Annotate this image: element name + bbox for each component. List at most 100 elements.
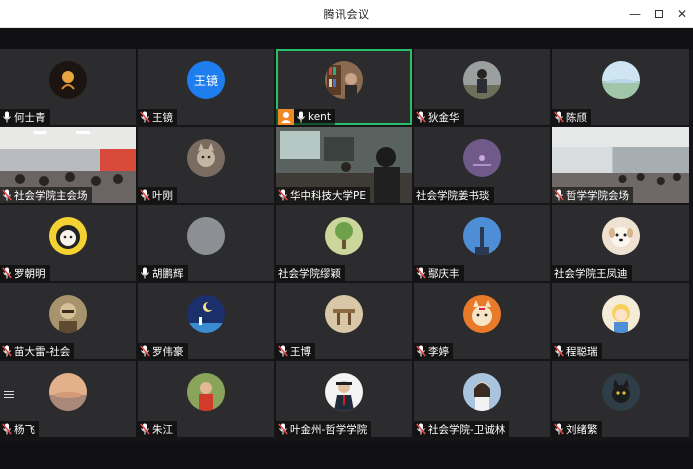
name-tag: 罗朝明 — [0, 265, 50, 281]
microphone-muted-icon — [554, 345, 564, 357]
name-tag: 陈颀 — [552, 109, 591, 125]
participant-name: 哲学学院会场 — [566, 189, 629, 202]
participant-name: 鄢庆丰 — [428, 267, 460, 280]
participant-tile[interactable]: 何士青 — [0, 49, 136, 125]
name-tag: 社会学院主会场 — [0, 187, 92, 203]
participant-tile[interactable]: 鄢庆丰 — [414, 205, 550, 281]
name-tag: 华中科技大学PE — [276, 187, 370, 203]
name-tag: 何士青 — [0, 109, 50, 125]
participant-tile[interactable]: 叶金州-哲学学院 — [276, 361, 412, 437]
name-tag: 王博 — [276, 343, 315, 359]
participant-tile[interactable]: 社会学院王凤迪 — [552, 205, 689, 281]
participant-tile[interactable]: kent — [276, 49, 412, 125]
name-tag: 社会学院姜书琰 — [414, 187, 494, 203]
name-tag: kent — [276, 109, 335, 125]
microphone-muted-icon — [416, 345, 426, 357]
microphone-muted-icon — [416, 111, 426, 123]
participant-tile[interactable]: 罗朝明 — [0, 205, 136, 281]
participant-tile[interactable]: 王镜 王镜 — [138, 49, 274, 125]
participant-tile[interactable]: 社会学院姜书琰 — [414, 127, 550, 203]
microphone-muted-icon — [416, 423, 426, 435]
participant-tile[interactable]: 罗伟豪 — [138, 283, 274, 359]
participant-name: 程聪瑞 — [566, 345, 598, 358]
participant-name: 朱江 — [152, 423, 173, 436]
name-tag: 叶刚 — [138, 187, 177, 203]
participant-name: 刘绪繁 — [566, 423, 598, 436]
minimize-button[interactable]: — — [626, 5, 644, 23]
more-icon[interactable] — [4, 391, 14, 399]
microphone-muted-icon — [140, 111, 150, 123]
avatar — [49, 295, 87, 333]
bottom-toolbar-strip — [0, 441, 693, 469]
participant-name: 社会学院姜书琰 — [416, 189, 490, 202]
host-user-icon — [278, 109, 294, 125]
microphone-muted-icon — [554, 423, 564, 435]
participant-name: 社会学院王凤迪 — [554, 267, 628, 280]
avatar: 王镜 — [187, 61, 225, 99]
close-button[interactable]: ✕ — [673, 5, 691, 23]
participant-name: 何士青 — [14, 111, 46, 124]
participant-tile[interactable]: 社会学院主会场 — [0, 127, 136, 203]
avatar — [325, 373, 363, 411]
participant-tile[interactable]: 华中科技大学PE — [276, 127, 412, 203]
avatar — [601, 61, 640, 99]
participant-tile[interactable]: 李婷 — [414, 283, 550, 359]
participant-name: 叶金州-哲学学院 — [290, 423, 368, 436]
participant-name: 王博 — [290, 345, 311, 358]
microphone-icon — [2, 111, 12, 123]
participant-tile[interactable]: 哲学学院会场 — [552, 127, 689, 203]
microphone-muted-icon — [554, 189, 564, 201]
name-tag: 社会学院-卫诚林 — [414, 421, 510, 437]
top-toolbar-strip — [0, 28, 693, 49]
participant-tile[interactable]: 朱江 — [138, 361, 274, 437]
participant-tile[interactable]: 狄金华 — [414, 49, 550, 125]
participant-name: 叶刚 — [152, 189, 173, 202]
avatar — [463, 295, 501, 333]
name-tag: 刘绪繁 — [552, 421, 602, 437]
participant-tile[interactable]: 社会学院-卫诚林 — [414, 361, 550, 437]
name-tag: 苗大雷-社会 — [0, 343, 75, 359]
microphone-muted-icon — [2, 423, 12, 435]
name-tag: 鄢庆丰 — [414, 265, 464, 281]
avatar — [187, 373, 225, 411]
participant-tile[interactable]: 胡鹏辉 — [138, 205, 274, 281]
microphone-muted-icon — [278, 423, 288, 435]
participant-tile[interactable]: 叶刚 — [138, 127, 274, 203]
participant-tile[interactable]: 程聪瑞 — [552, 283, 689, 359]
avatar — [49, 373, 87, 411]
name-tag: 社会学院王凤迪 — [552, 265, 632, 281]
participant-tile[interactable]: 陈颀 — [552, 49, 689, 125]
microphone-muted-icon — [278, 345, 288, 357]
participant-name: 胡鹏辉 — [152, 267, 184, 280]
name-tag: 杨飞 — [0, 421, 39, 437]
avatar — [601, 295, 640, 333]
participant-name: 狄金华 — [428, 111, 460, 124]
microphone-muted-icon — [416, 267, 426, 279]
participant-tile[interactable]: 杨飞 — [0, 361, 136, 437]
participant-tile[interactable]: 苗大雷-社会 — [0, 283, 136, 359]
name-tag: 胡鹏辉 — [138, 265, 188, 281]
participant-tile[interactable]: 王博 — [276, 283, 412, 359]
participant-tile[interactable]: 刘绪繁 — [552, 361, 689, 437]
participant-name: 罗朝明 — [14, 267, 46, 280]
participant-name: 苗大雷-社会 — [14, 345, 71, 358]
name-tag: 朱江 — [138, 421, 177, 437]
name-tag: 狄金华 — [414, 109, 464, 125]
avatar — [463, 61, 501, 99]
participant-tile[interactable]: 社会学院缪颖 — [276, 205, 412, 281]
avatar — [463, 373, 501, 411]
avatar — [49, 217, 87, 255]
participant-name: 社会学院-卫诚林 — [428, 423, 506, 436]
avatar — [187, 139, 225, 177]
avatar — [463, 217, 501, 255]
title-bar: 腾讯会议 — ✕ — [0, 0, 693, 28]
microphone-muted-icon — [2, 267, 12, 279]
microphone-icon — [140, 267, 150, 279]
avatar-initials: 王镜 — [193, 73, 218, 88]
maximize-button[interactable] — [650, 5, 668, 23]
microphone-icon — [296, 111, 306, 123]
name-tag: 王镜 — [138, 109, 177, 125]
participant-name: kent — [308, 111, 331, 123]
participant-name: 王镜 — [152, 111, 173, 124]
name-tag: 程聪瑞 — [552, 343, 602, 359]
